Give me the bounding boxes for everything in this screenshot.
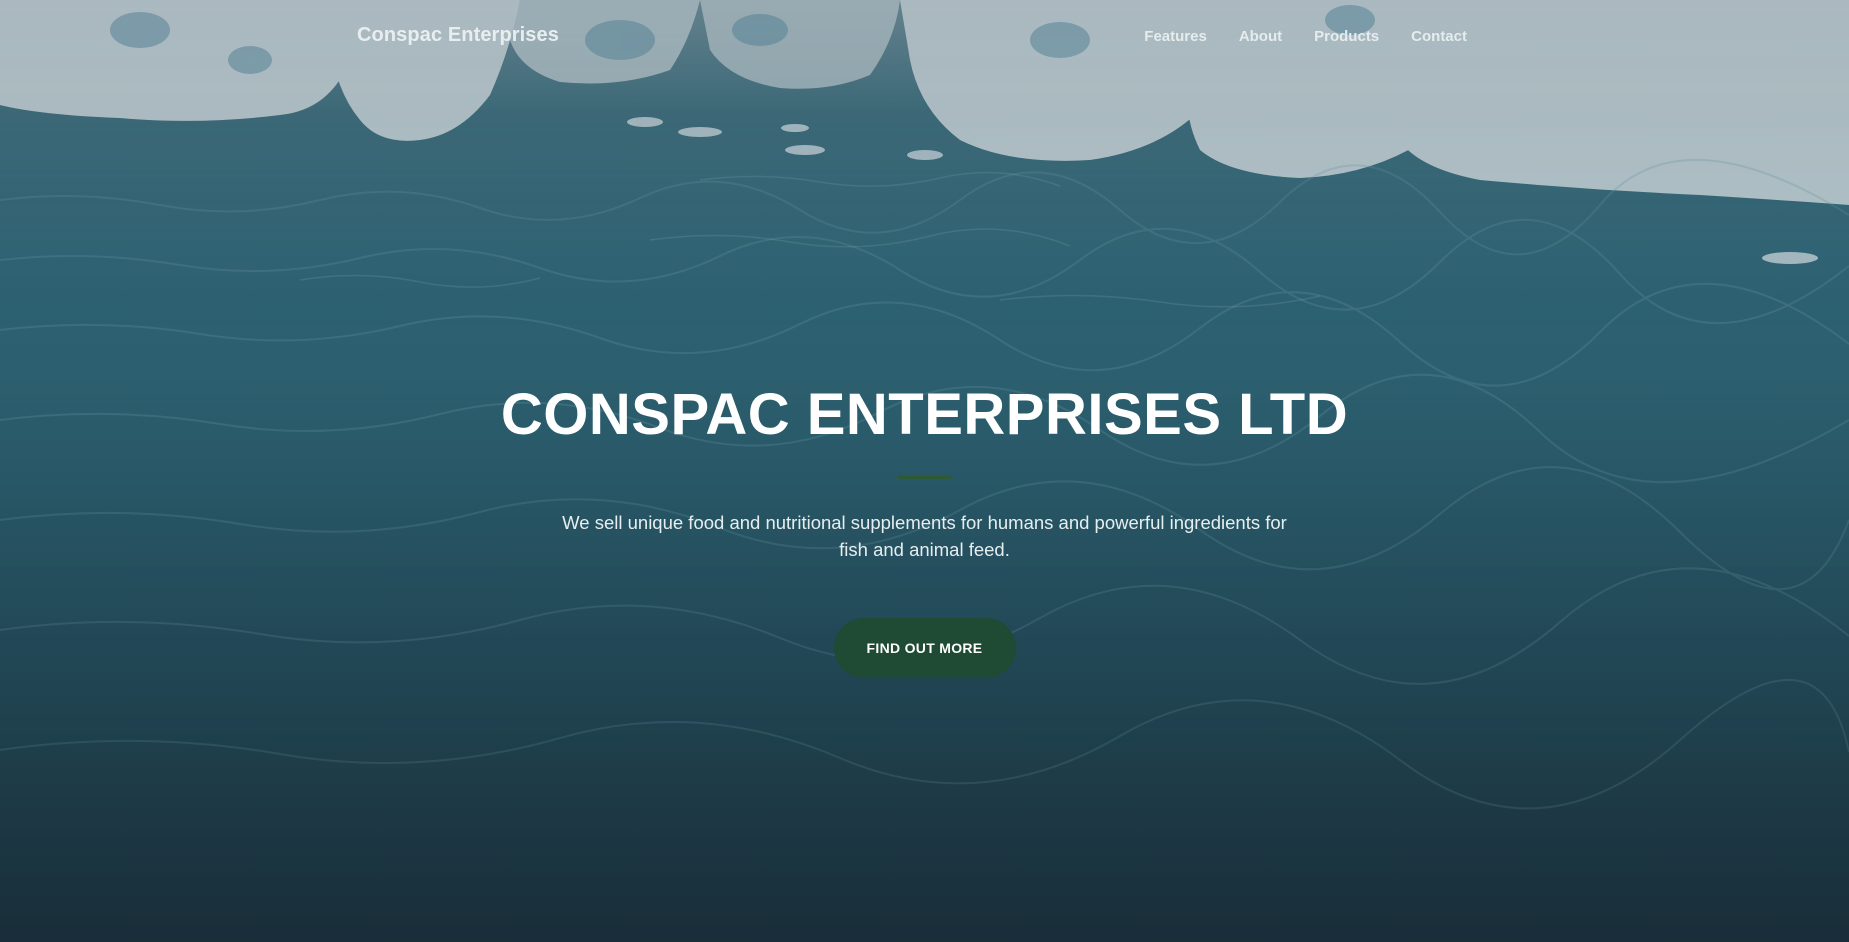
title-divider [898,476,951,479]
masthead-subtitle: We sell unique food and nutritional supp… [562,512,1287,560]
nav-item-about: About [1239,28,1282,46]
nav-link-about[interactable]: About [1239,28,1282,45]
brand-link[interactable]: Conspac Enterprises [357,24,559,47]
find-out-more-button[interactable]: FIND OUT MORE [833,618,1016,678]
masthead: CONSPAC ENTERPRISES LTD We sell unique f… [0,380,1849,678]
nav-link-products[interactable]: Products [1314,28,1379,45]
nav-item-contact: Contact [1411,28,1467,46]
nav-item-products: Products [1314,28,1379,46]
nav-links: Features About Products Contact [1144,28,1467,46]
page-title: CONSPAC ENTERPRISES LTD [500,382,1349,447]
nav-link-features[interactable]: Features [1144,28,1207,45]
nav-link-contact[interactable]: Contact [1411,28,1467,45]
navbar: Conspac Enterprises Features About Produ… [0,0,1849,74]
nav-item-features: Features [1144,28,1207,46]
